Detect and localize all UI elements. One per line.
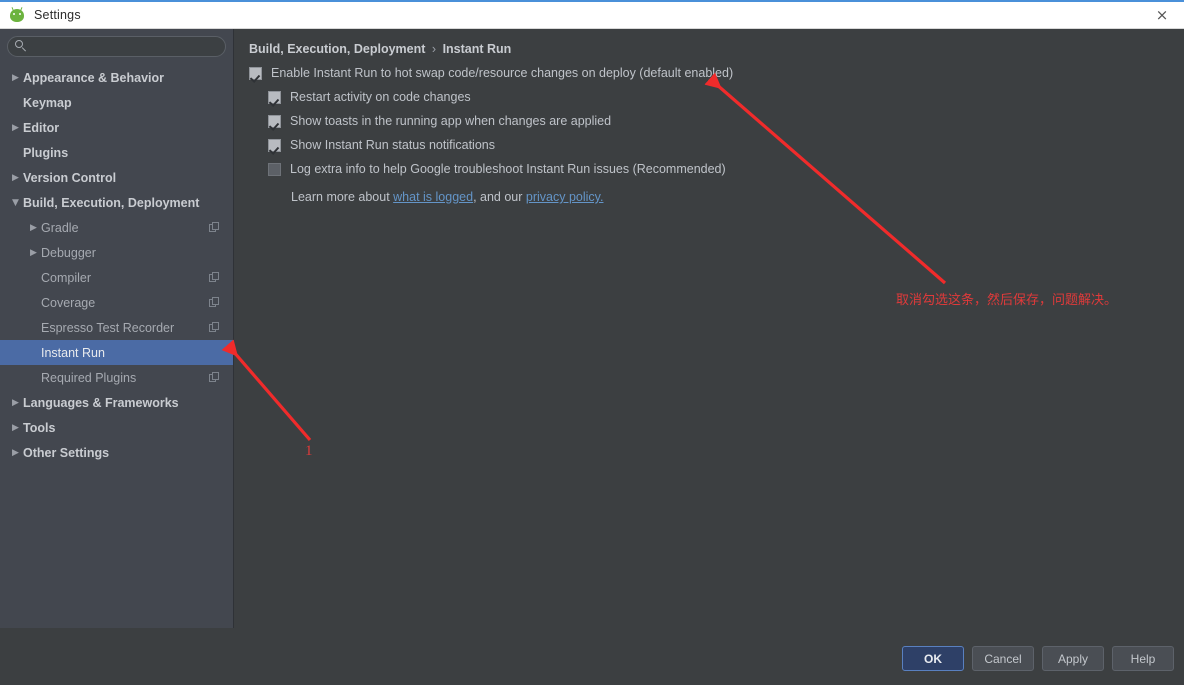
- sidebar-item-label: Gradle: [41, 220, 79, 235]
- close-icon[interactable]: ×: [1140, 2, 1184, 28]
- project-scope-icon: [209, 372, 220, 383]
- sidebar-item-tools[interactable]: ▶ Tools: [0, 415, 233, 440]
- cancel-button[interactable]: Cancel: [972, 646, 1034, 671]
- project-scope-icon: [209, 322, 220, 333]
- sidebar-item-plugins[interactable]: Plugins: [0, 140, 233, 165]
- search-input[interactable]: [34, 37, 214, 56]
- dialog-content: ▶ Appearance & Behavior Keymap ▶ Editor Plugi…: [0, 29, 1184, 628]
- sidebar-item-label: Coverage: [41, 295, 96, 310]
- chevron-right-icon[interactable]: ▶: [8, 448, 23, 458]
- sidebar-item-build-execution-deployment[interactable]: ▼ Build, Execution, Deployment: [0, 190, 233, 215]
- sidebar-item-label: Instant Run: [41, 345, 105, 360]
- chevron-right-icon[interactable]: ▶: [8, 73, 23, 83]
- apply-button[interactable]: Apply: [1042, 646, 1104, 671]
- sidebar-item-label: Languages & Frameworks: [23, 395, 179, 410]
- chevron-right-icon[interactable]: ▶: [8, 423, 23, 433]
- search-icon: [15, 40, 28, 53]
- option-label: Enable Instant Run to hot swap code/reso…: [271, 66, 734, 80]
- chevron-right-icon[interactable]: ▶: [26, 248, 41, 258]
- sidebar-item-coverage[interactable]: Coverage: [0, 290, 233, 315]
- help-button[interactable]: Help: [1112, 646, 1174, 671]
- sidebar-item-espresso-test-recorder[interactable]: Espresso Test Recorder: [0, 315, 233, 340]
- option-row[interactable]: Show toasts in the running app when chan…: [235, 114, 1184, 128]
- breadcrumb-current: Instant Run: [442, 42, 512, 56]
- chevron-right-icon[interactable]: ▶: [8, 398, 23, 408]
- sidebar-item-label: Compiler: [41, 270, 92, 285]
- checkbox-checked[interactable]: [268, 115, 281, 128]
- chevron-down-icon[interactable]: ▼: [8, 198, 23, 208]
- project-scope-icon: [209, 272, 220, 283]
- search-box[interactable]: [7, 36, 226, 57]
- settings-tree: ▶ Appearance & Behavior Keymap ▶ Editor Plugi…: [0, 65, 233, 465]
- learn-more-prefix: Learn more about: [291, 190, 394, 204]
- sidebar-item-label: Editor: [23, 120, 60, 135]
- annotation-chinese-note: 取消勾选这条，然后保存，问题解决。: [896, 293, 1118, 308]
- option-label: Restart activity on code changes: [290, 90, 471, 104]
- sidebar-item-label: Tools: [23, 420, 56, 435]
- ok-button[interactable]: OK: [902, 646, 964, 671]
- breadcrumb: Build, Execution, Deployment › Instant R…: [235, 29, 1184, 56]
- android-studio-icon: [9, 7, 25, 23]
- sidebar-item-label: Appearance & Behavior: [23, 70, 165, 85]
- option-row[interactable]: Enable Instant Run to hot swap code/reso…: [235, 66, 1184, 80]
- what-is-logged-link[interactable]: what is logged: [393, 190, 473, 204]
- sidebar-item-compiler[interactable]: Compiler: [0, 265, 233, 290]
- settings-dialog: Settings × ▶ Appearance & Behavior Keymap ▶…: [0, 0, 1184, 685]
- instant-run-panel: Build, Execution, Deployment › Instant R…: [235, 29, 1184, 628]
- sidebar-item-languages-frameworks[interactable]: ▶ Languages & Frameworks: [0, 390, 233, 415]
- option-label: Show Instant Run status notifications: [290, 138, 495, 152]
- sidebar-item-other-settings[interactable]: ▶ Other Settings: [0, 440, 233, 465]
- checkbox-checked[interactable]: [268, 139, 281, 152]
- sidebar-item-instant-run[interactable]: Instant Run: [0, 340, 233, 365]
- learn-more-middle: , and our: [473, 190, 526, 204]
- sidebar-item-required-plugins[interactable]: Required Plugins: [0, 365, 233, 390]
- window-titlebar: Settings ×: [0, 2, 1184, 29]
- sidebar-item-label: Plugins: [23, 145, 69, 160]
- option-label: Log extra info to help Google troublesho…: [290, 162, 726, 176]
- breadcrumb-parent[interactable]: Build, Execution, Deployment: [249, 42, 425, 56]
- learn-more-text: Learn more about what is logged, and our…: [235, 190, 1184, 204]
- sidebar-item-label: Espresso Test Recorder: [41, 320, 175, 335]
- sidebar-item-label: Required Plugins: [41, 370, 137, 385]
- sidebar-item-keymap[interactable]: Keymap: [0, 90, 233, 115]
- checkbox-unchecked[interactable]: [268, 163, 281, 176]
- checkbox-checked[interactable]: [268, 91, 281, 104]
- sidebar-item-label: Debugger: [41, 245, 96, 260]
- options-list: Enable Instant Run to hot swap code/reso…: [235, 66, 1184, 176]
- sidebar-item-gradle[interactable]: ▶ Gradle: [0, 215, 233, 240]
- option-label: Show toasts in the running app when chan…: [290, 114, 612, 128]
- sidebar-item-appearance-behavior[interactable]: ▶ Appearance & Behavior: [0, 65, 233, 90]
- breadcrumb-separator-icon: ›: [431, 42, 437, 56]
- option-row[interactable]: Restart activity on code changes: [235, 90, 1184, 104]
- privacy-policy-link[interactable]: privacy policy.: [526, 190, 604, 204]
- sidebar-item-label: Build, Execution, Deployment: [23, 195, 200, 210]
- search-container: [0, 29, 233, 57]
- sidebar-item-editor[interactable]: ▶ Editor: [0, 115, 233, 140]
- sidebar-item-debugger[interactable]: ▶ Debugger: [0, 240, 233, 265]
- option-row[interactable]: Log extra info to help Google troublesho…: [235, 162, 1184, 176]
- window-title: Settings: [34, 8, 81, 22]
- chevron-right-icon[interactable]: ▶: [26, 223, 41, 233]
- settings-sidebar: ▶ Appearance & Behavior Keymap ▶ Editor Plugi…: [0, 29, 234, 628]
- sidebar-item-version-control[interactable]: ▶ Version Control: [0, 165, 233, 190]
- checkbox-checked[interactable]: [249, 67, 262, 80]
- option-row[interactable]: Show Instant Run status notifications: [235, 138, 1184, 152]
- sidebar-item-label: Keymap: [23, 95, 72, 110]
- dialog-footer: OKCancelApplyHelp http://blog.csdn.net/: [0, 628, 1184, 685]
- chevron-right-icon[interactable]: ▶: [8, 123, 23, 133]
- sidebar-item-label: Other Settings: [23, 445, 110, 460]
- annotation-marker-1: 1: [305, 443, 313, 459]
- project-scope-icon: [209, 222, 220, 233]
- project-scope-icon: [209, 297, 220, 308]
- chevron-right-icon[interactable]: ▶: [8, 173, 23, 183]
- sidebar-item-label: Version Control: [23, 170, 117, 185]
- footer-button-group: OK Cancel Apply Help: [902, 646, 1174, 671]
